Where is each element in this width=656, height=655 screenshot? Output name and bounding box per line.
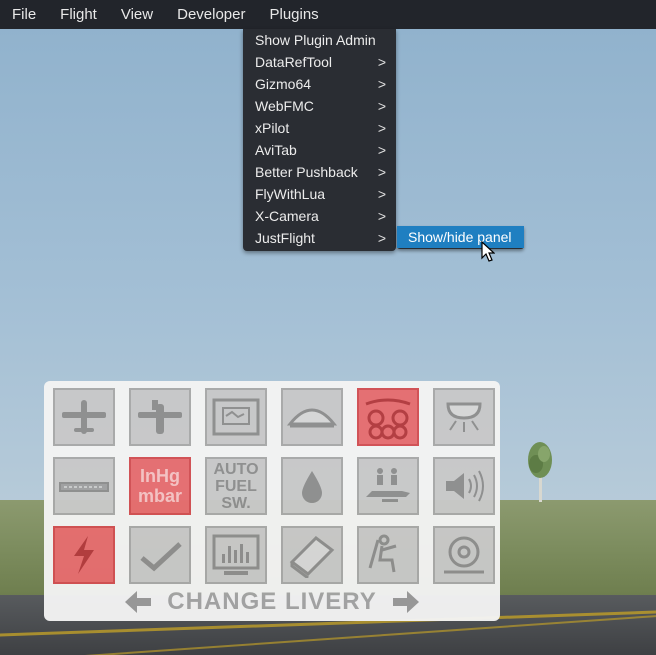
wheels-icon xyxy=(365,398,411,440)
menu-item-label: Better Pushback xyxy=(255,164,358,180)
speaker-icon xyxy=(446,470,484,502)
menu-item-justflight[interactable]: JustFlight > xyxy=(243,227,396,249)
tile-electric[interactable] xyxy=(53,526,115,584)
tile-light[interactable] xyxy=(433,388,495,446)
wheel-chock-icon xyxy=(444,536,484,574)
tile-airplane-tail[interactable] xyxy=(129,388,191,446)
units-bottom-text: mbar xyxy=(137,486,182,506)
tile-speaker[interactable] xyxy=(433,457,495,515)
tile-passengers[interactable] xyxy=(357,457,419,515)
menu-item-label: Gizmo64 xyxy=(255,76,312,92)
menu-item-x-camera[interactable]: X-Camera > xyxy=(243,205,396,227)
tile-instrument-panel[interactable] xyxy=(205,388,267,446)
menu-item-show-plugin-admin[interactable]: Show Plugin Admin xyxy=(243,29,396,51)
menu-item-label: WebFMC xyxy=(255,98,314,114)
menu-item-label: FlyWithLua xyxy=(255,186,326,202)
tile-monitor[interactable] xyxy=(205,526,267,584)
menu-item-xpilot[interactable]: xPilot > xyxy=(243,117,396,139)
units-toggle-label: InHg mbar xyxy=(138,466,182,506)
tile-wheels[interactable] xyxy=(357,388,419,446)
tile-manual[interactable] xyxy=(281,526,343,584)
tree-graphic xyxy=(528,442,552,502)
aircraft-options-panel: InHg mbar AUTO FUEL SW. CHANGE LIVERY xyxy=(44,381,500,621)
menu-item-label: JustFlight xyxy=(255,230,315,246)
menu-item-flywithlua[interactable]: FlyWithLua > xyxy=(243,183,396,205)
menu-flight[interactable]: Flight xyxy=(48,0,109,29)
units-top-text: InHg xyxy=(139,466,180,486)
airplane-top-icon xyxy=(62,400,106,434)
monitor-icon xyxy=(212,534,260,575)
auto-fuel-label: AUTO FUEL SW. xyxy=(213,461,258,512)
checklist-icon xyxy=(140,542,182,572)
chevron-right-icon: > xyxy=(377,230,386,246)
airplane-tail-icon xyxy=(138,400,182,434)
tile-auto-fuel[interactable]: AUTO FUEL SW. xyxy=(205,457,267,515)
fuel-drop-icon xyxy=(302,471,322,503)
menu-item-show-hide-panel[interactable]: Show/hide panel xyxy=(397,226,524,248)
menu-item-label: Show Plugin Admin xyxy=(255,32,376,48)
chevron-right-icon: > xyxy=(377,208,386,224)
menu-developer[interactable]: Developer xyxy=(165,0,257,29)
menu-item-datareftool[interactable]: DataRefTool > xyxy=(243,51,396,73)
instrument-panel-icon xyxy=(212,398,260,436)
livery-selector: CHANGE LIVERY xyxy=(44,587,500,617)
justflight-submenu: Show/hide panel xyxy=(397,226,524,249)
menu-plugins[interactable]: Plugins xyxy=(257,0,331,29)
tile-airplane-top[interactable] xyxy=(53,388,115,446)
chevron-right-icon: > xyxy=(377,76,386,92)
chevron-right-icon: > xyxy=(377,120,386,136)
menu-item-avitab[interactable]: AviTab > xyxy=(243,139,396,161)
electric-icon xyxy=(74,536,94,574)
arrow-right-icon[interactable] xyxy=(391,589,421,615)
tile-canopy[interactable] xyxy=(281,388,343,446)
tile-fuel-drop[interactable] xyxy=(281,457,343,515)
tile-units-toggle[interactable]: InHg mbar xyxy=(129,457,191,515)
chevron-right-icon: > xyxy=(377,164,386,180)
chevron-right-icon: > xyxy=(377,186,386,202)
auto-fuel-line-1: AUTO xyxy=(213,460,259,478)
change-livery-label[interactable]: CHANGE LIVERY xyxy=(167,588,376,616)
menu-file[interactable]: File xyxy=(0,0,48,29)
tile-checklist[interactable] xyxy=(129,526,191,584)
menu-item-label: X-Camera xyxy=(255,208,319,224)
strip-icon xyxy=(59,482,109,492)
menu-view[interactable]: View xyxy=(109,0,165,29)
tile-pilot-seat[interactable] xyxy=(357,526,419,584)
menu-item-webfmc[interactable]: WebFMC > xyxy=(243,95,396,117)
menu-item-better-pushback[interactable]: Better Pushback > xyxy=(243,161,396,183)
plugins-dropdown: Show Plugin Admin DataRefTool > Gizmo64 > … xyxy=(243,29,396,251)
manual-icon xyxy=(289,536,335,578)
menu-item-label: DataRefTool xyxy=(255,54,333,70)
passengers-icon xyxy=(366,468,410,502)
menu-item-label: AviTab xyxy=(255,142,297,158)
menu-item-gizmo64[interactable]: Gizmo64 > xyxy=(243,73,396,95)
tile-wheel-chock[interactable] xyxy=(433,526,495,584)
chevron-right-icon: > xyxy=(377,98,386,114)
light-icon xyxy=(446,402,482,432)
tile-strip[interactable] xyxy=(53,457,115,515)
chevron-right-icon: > xyxy=(377,54,386,70)
arrow-left-icon[interactable] xyxy=(123,589,153,615)
pilot-seat-icon xyxy=(368,534,397,573)
chevron-right-icon: > xyxy=(377,142,386,158)
menu-bar: File Flight View Developer Plugins xyxy=(0,0,656,29)
mouse-pointer-icon xyxy=(481,241,495,262)
canopy-icon xyxy=(286,408,338,428)
auto-fuel-line-2: FUEL xyxy=(215,477,257,495)
auto-fuel-line-3: SW. xyxy=(221,494,251,512)
menu-item-label: xPilot xyxy=(255,120,290,136)
